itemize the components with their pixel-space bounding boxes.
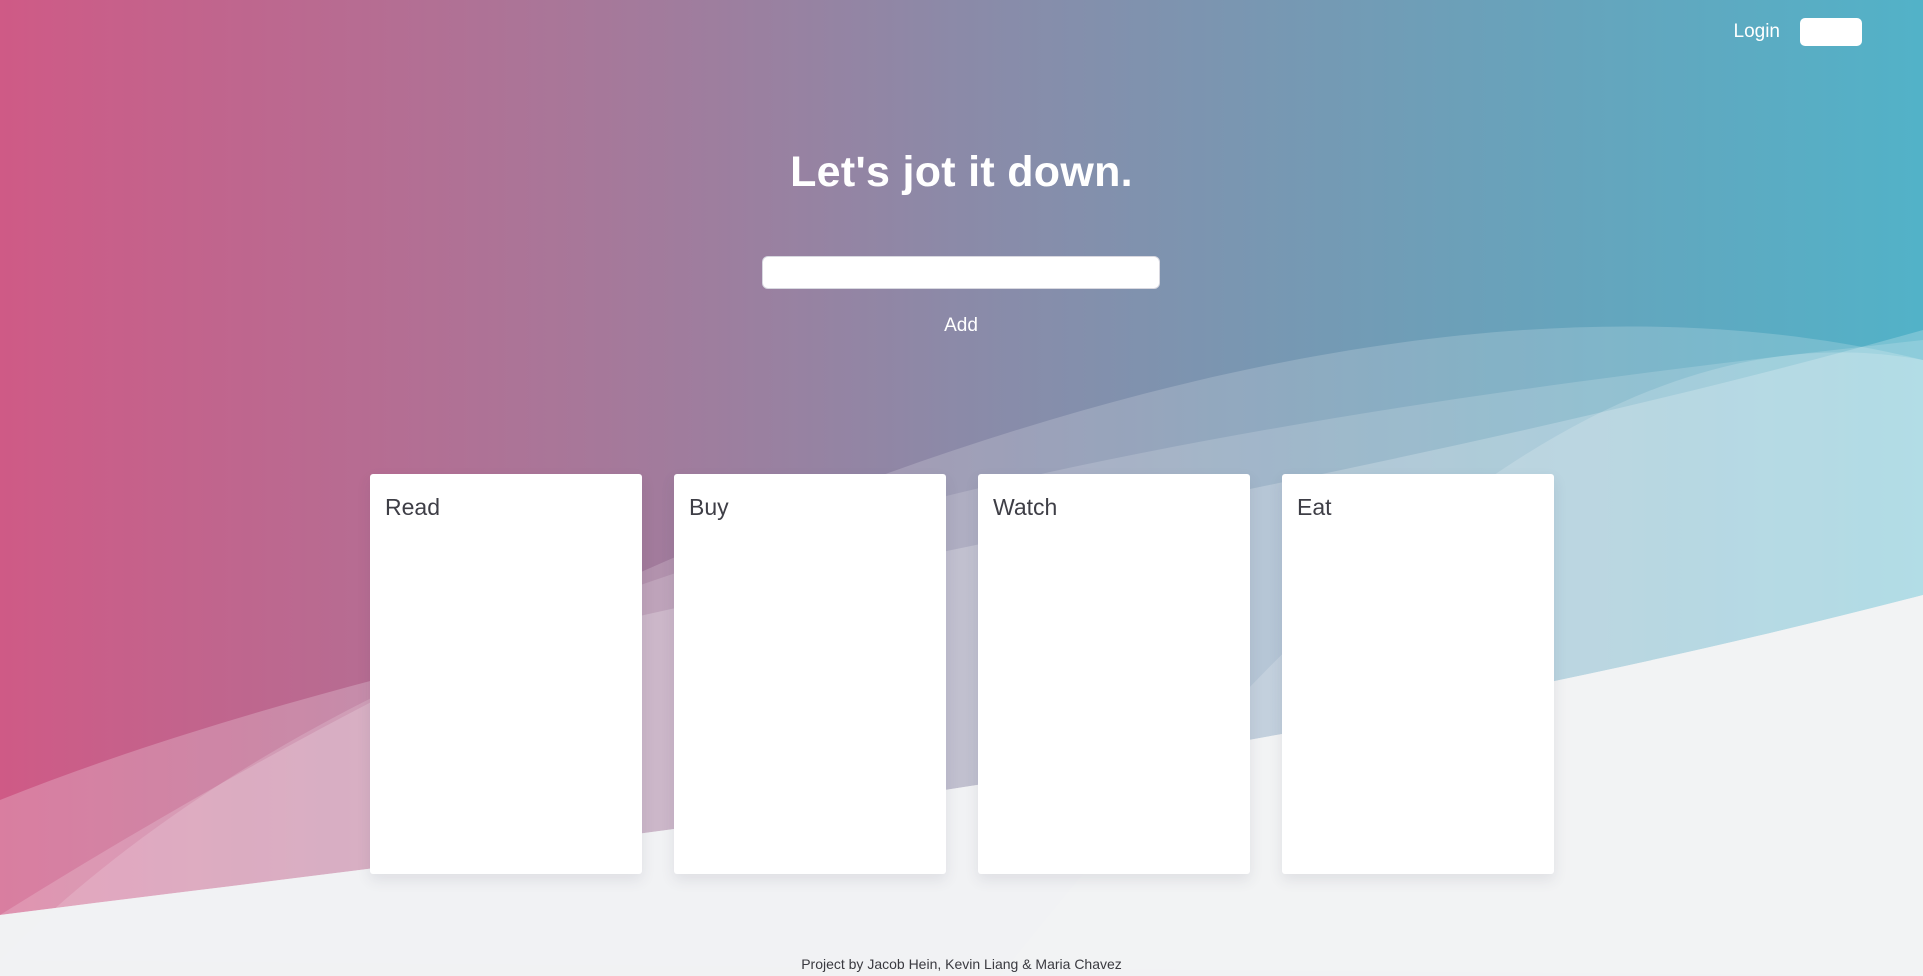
card-title-eat: Eat bbox=[1297, 494, 1332, 520]
top-nav: Login bbox=[1734, 18, 1862, 46]
card-title-buy: Buy bbox=[689, 494, 729, 520]
card-eat: Eat bbox=[1282, 474, 1554, 874]
add-button[interactable]: Add bbox=[911, 312, 1011, 340]
footer-credits: Project by Jacob Hein, Kevin Liang & Mar… bbox=[801, 956, 1122, 972]
card-read: Read bbox=[370, 474, 642, 874]
signup-button[interactable] bbox=[1800, 18, 1862, 46]
hero: Let's jot it down. bbox=[0, 148, 1923, 197]
card-watch: Watch bbox=[978, 474, 1250, 874]
category-cards: Read Buy Watch Eat bbox=[370, 474, 1554, 874]
page: Login Let's jot it down. Add Read Buy Wa… bbox=[0, 0, 1923, 976]
card-title-watch: Watch bbox=[993, 494, 1058, 520]
jot-input[interactable] bbox=[762, 256, 1160, 289]
page-title: Let's jot it down. bbox=[790, 148, 1133, 196]
card-buy: Buy bbox=[674, 474, 946, 874]
card-title-read: Read bbox=[385, 494, 440, 520]
login-link[interactable]: Login bbox=[1734, 21, 1781, 43]
